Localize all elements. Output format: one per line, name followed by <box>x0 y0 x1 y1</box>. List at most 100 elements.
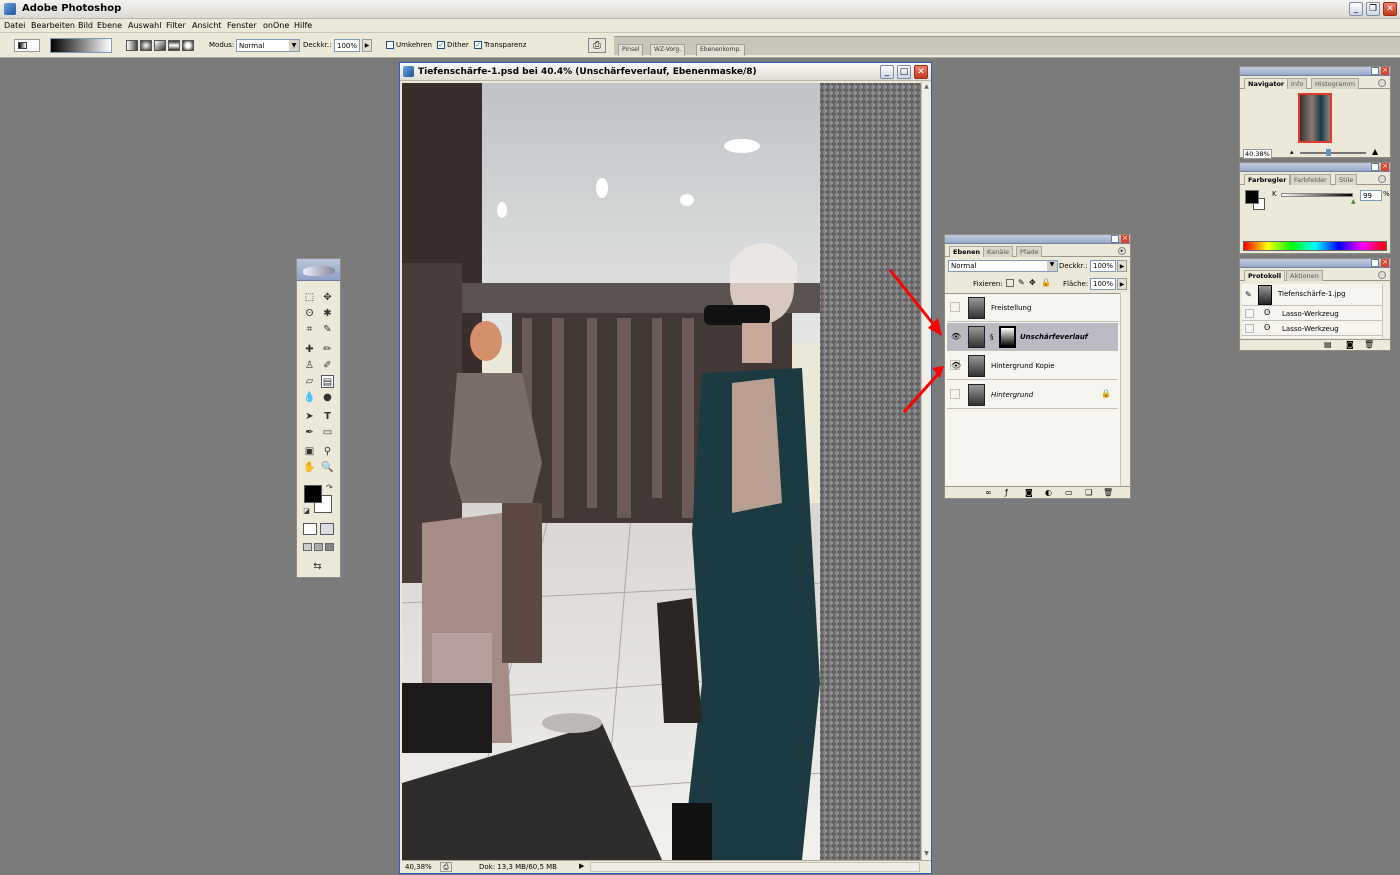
tab-info[interactable]: Info <box>1287 78 1308 89</box>
layers-scrollbar[interactable] <box>1120 293 1130 486</box>
restore-button[interactable]: ❐ <box>1366 2 1380 16</box>
tab-stile[interactable]: Stile <box>1335 174 1358 185</box>
history-snapshot[interactable]: ✎ Tiefenschärfe-1.jpg <box>1242 284 1382 306</box>
layers-panel-titlebar[interactable]: × <box>945 235 1130 244</box>
fill-slider-toggle[interactable]: ▶ <box>1117 278 1127 290</box>
reflected-gradient-button[interactable] <box>168 40 180 51</box>
layer-row-freistellung[interactable]: Freistellung <box>947 294 1118 322</box>
history-titlebar[interactable]: × <box>1240 259 1390 268</box>
slice-tool-icon[interactable]: ✎ <box>321 323 334 336</box>
menu-fenster[interactable]: Fenster <box>227 21 257 30</box>
scroll-up-arrow-icon[interactable]: ▲ <box>922 83 931 93</box>
jump-to-imageready-icon[interactable]: ⇆ <box>311 560 324 573</box>
diamond-gradient-button[interactable] <box>182 40 194 51</box>
crop-tool-icon[interactable]: ⌗ <box>303 323 316 336</box>
well-tab-ebenenkomp[interactable]: Ebenenkomp. <box>696 44 746 56</box>
tab-farbregler[interactable]: Farbregler <box>1244 174 1291 185</box>
navigator-titlebar[interactable]: × <box>1240 67 1390 76</box>
layer-row-unschaerfeverlauf[interactable]: 👁 § Unschärfeverlauf <box>947 323 1118 351</box>
tab-kanaele[interactable]: Kanäle <box>983 246 1014 257</box>
deckkraft-input[interactable]: 100% <box>334 39 360 52</box>
status-menu-arrow-icon[interactable]: ▶ <box>579 862 584 870</box>
eye-icon[interactable]: 👁 <box>950 331 961 341</box>
layer-row-hintergrund-kopie[interactable]: 👁 Hintergrund Kopie <box>947 352 1118 380</box>
hand-tool-icon[interactable]: ✋ <box>303 461 316 474</box>
brush-tool-icon[interactable]: ✏ <box>321 343 334 356</box>
gradient-tool-icon[interactable]: ▤ <box>321 375 334 388</box>
magic-wand-tool-icon[interactable]: ✱ <box>321 307 334 320</box>
blend-mode-select[interactable]: Normal ▼ <box>948 260 1058 272</box>
dodge-tool-icon[interactable]: ● <box>321 391 334 404</box>
tool-preset-picker[interactable] <box>14 39 40 52</box>
panel-menu-icon[interactable] <box>1378 79 1386 87</box>
well-tab-wz-vorg[interactable]: WZ-Vorg. <box>650 44 686 56</box>
panel-menu-icon[interactable] <box>1378 175 1386 183</box>
umkehren-checkbox[interactable] <box>386 41 394 49</box>
lock-position-icon[interactable]: ✥ <box>1029 278 1036 287</box>
lock-transparency-icon[interactable] <box>1006 279 1014 287</box>
tab-ebenen[interactable]: Ebenen <box>949 246 985 257</box>
menu-onone[interactable]: onOne <box>263 21 289 30</box>
new-group-icon[interactable]: ▭ <box>1065 488 1073 497</box>
eye-icon[interactable]: 👁 <box>950 360 961 370</box>
notes-tool-icon[interactable]: ▣ <box>303 445 316 458</box>
trash-icon[interactable]: 🗑 <box>1103 488 1113 497</box>
zoom-tool-icon[interactable]: 🔍 <box>321 461 334 474</box>
foreground-color-swatch[interactable] <box>1245 190 1259 204</box>
add-mask-icon[interactable]: ◙ <box>1025 488 1033 497</box>
tab-histogramm[interactable]: Histogramm <box>1311 78 1360 89</box>
menu-ansicht[interactable]: Ansicht <box>192 21 222 30</box>
menu-bild[interactable]: Bild <box>78 21 93 30</box>
adjustment-layer-icon[interactable]: ◐ <box>1045 488 1052 497</box>
tab-aktionen[interactable]: Aktionen <box>1286 270 1323 281</box>
history-item[interactable]: ʘ Lasso-Werkzeug <box>1242 307 1382 321</box>
screen-mode-buttons[interactable] <box>301 542 337 554</box>
type-tool-icon[interactable]: T <box>321 410 334 423</box>
history-scrollbar[interactable] <box>1382 284 1390 338</box>
quick-mask-button[interactable] <box>320 523 334 535</box>
doc-minimize-button[interactable]: _ <box>880 65 894 79</box>
opacity-slider-toggle[interactable]: ▶ <box>1117 260 1127 272</box>
well-tab-pinsel[interactable]: Pinsel <box>618 44 644 56</box>
new-document-icon[interactable]: ▤ <box>1324 340 1332 349</box>
zoom-in-icon[interactable]: ▲ <box>1372 147 1378 156</box>
document-vertical-scrollbar[interactable]: ▲ ▼ <box>921 83 931 860</box>
healing-brush-tool-icon[interactable]: ✚ <box>303 343 316 356</box>
standard-mode-button[interactable] <box>303 523 317 535</box>
history-item[interactable]: ʘ Lasso-Werkzeug <box>1242 322 1382 336</box>
minimize-button[interactable]: _ <box>1349 2 1363 16</box>
k-slider[interactable]: ▲ <box>1281 193 1356 205</box>
opacity-input[interactable]: 100% <box>1090 260 1116 272</box>
toolbox-header-feather-icon[interactable] <box>297 259 340 281</box>
shape-tool-icon[interactable]: ▭ <box>321 426 334 439</box>
scroll-down-arrow-icon[interactable]: ▼ <box>922 850 931 860</box>
menu-datei[interactable]: Datei <box>4 21 25 30</box>
stamp-tool-icon[interactable]: ♙ <box>303 359 316 372</box>
default-colors-icon[interactable]: ◪ <box>300 505 313 518</box>
new-snapshot-icon[interactable]: ◙ <box>1346 340 1354 349</box>
foreground-color-swatch[interactable] <box>304 485 322 503</box>
modus-select[interactable]: Normal ▼ <box>236 39 300 52</box>
zoom-out-icon[interactable]: ▴ <box>1290 148 1294 156</box>
fill-input[interactable]: 100% <box>1090 278 1116 290</box>
marquee-tool-icon[interactable]: ⬚ <box>303 291 316 304</box>
file-browser-icon[interactable]: ⎙ <box>588 38 606 53</box>
dither-checkbox[interactable]: ✓ <box>437 41 445 49</box>
transparenz-checkbox[interactable]: ✓ <box>474 41 482 49</box>
navigator-zoom[interactable]: 40.38% <box>1243 149 1272 159</box>
doc-maximize-button[interactable]: □ <box>897 65 911 79</box>
panel-menu-icon[interactable] <box>1378 271 1386 279</box>
blur-tool-icon[interactable]: 💧 <box>303 391 316 404</box>
history-brush-icon[interactable]: ✎ <box>1245 290 1252 299</box>
menu-auswahl[interactable]: Auswahl <box>128 21 161 30</box>
radial-gradient-button[interactable] <box>140 40 152 51</box>
tab-farbfelder[interactable]: Farbfelder <box>1290 174 1331 185</box>
gradient-picker[interactable] <box>50 38 112 53</box>
lasso-tool-icon[interactable]: ʘ <box>303 307 316 320</box>
chain-link-icon[interactable]: § <box>990 333 994 341</box>
lock-pixels-icon[interactable]: ✎ <box>1018 278 1025 287</box>
angle-gradient-button[interactable] <box>154 40 166 51</box>
deckkraft-slider-toggle[interactable]: ▶ <box>362 39 372 52</box>
image-canvas[interactable] <box>402 83 921 860</box>
close-button[interactable]: ✕ <box>1383 2 1397 16</box>
